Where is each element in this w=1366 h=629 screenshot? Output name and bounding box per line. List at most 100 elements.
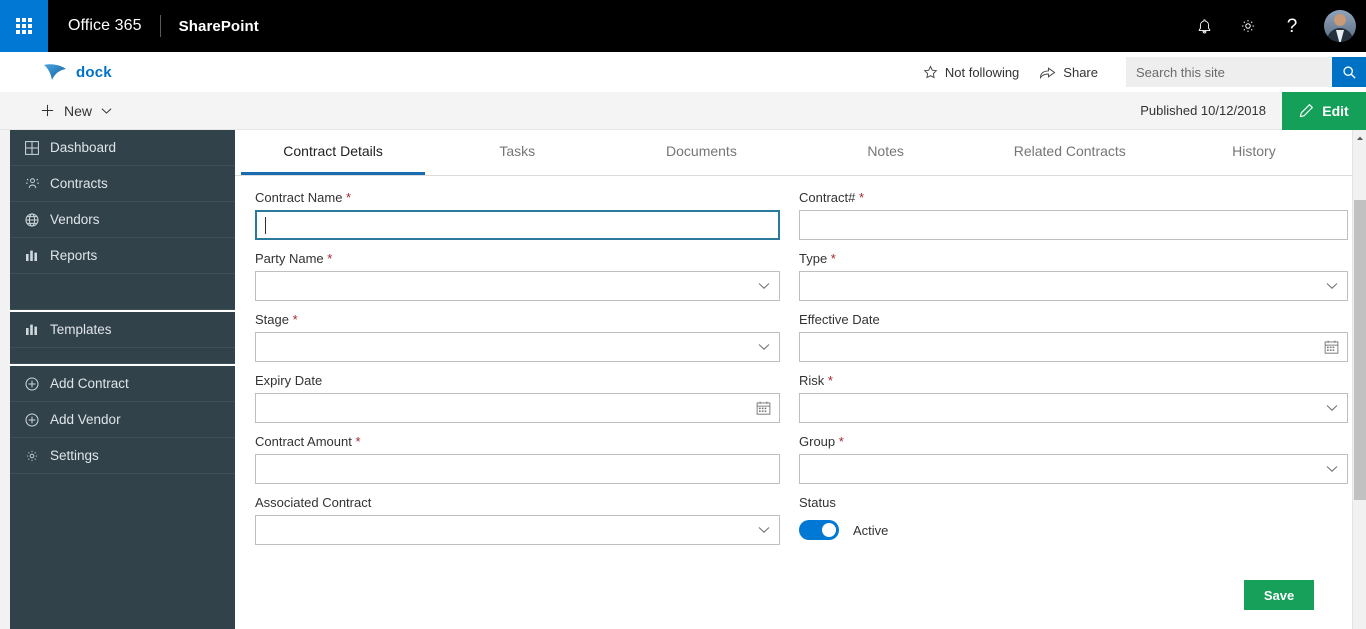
label-text: Group — [799, 434, 835, 449]
label-text: Contract# — [799, 190, 855, 205]
contract-name-input-wrap[interactable] — [255, 210, 780, 240]
associated-contract-select[interactable] — [255, 515, 780, 545]
field-label: Effective Date — [799, 312, 1348, 327]
required-marker: * — [324, 251, 333, 266]
contract-amount-input[interactable] — [256, 455, 779, 483]
tab-notes[interactable]: Notes — [794, 129, 978, 175]
type-select[interactable] — [799, 271, 1348, 301]
expiry-date-wrap[interactable] — [255, 393, 780, 423]
party-name-value[interactable] — [256, 272, 779, 300]
contract-amount-wrap[interactable] — [255, 454, 780, 484]
new-button[interactable]: New — [0, 92, 126, 130]
avatar — [1324, 10, 1356, 42]
risk-select[interactable] — [799, 393, 1348, 423]
sidebar-item-templates[interactable]: Templates — [10, 312, 235, 348]
contract-name-input[interactable] — [256, 211, 779, 239]
scroll-up-button[interactable] — [1353, 130, 1366, 146]
tab-contract-details[interactable]: Contract Details — [241, 129, 425, 175]
sidebar-group-actions: Add Contract Add Vendor — [10, 366, 235, 474]
calendar-icon[interactable] — [1324, 340, 1339, 355]
office365-suite-bar: Office 365 SharePoint ? — [0, 0, 1366, 52]
sidebar-item-add-contract[interactable]: Add Contract — [10, 366, 235, 402]
vertical-scrollbar[interactable] — [1352, 130, 1366, 629]
sidebar-item-settings[interactable]: Settings — [10, 438, 235, 474]
bar-chart-reports-icon — [24, 248, 40, 264]
edit-button[interactable]: Edit — [1282, 92, 1366, 130]
suite-brand-office365[interactable]: Office 365 — [48, 17, 160, 35]
site-title: dock — [76, 64, 112, 81]
suite-app-sharepoint[interactable]: SharePoint — [161, 18, 277, 35]
form-column-right: Contract# * Type * — [795, 190, 1348, 556]
type-value[interactable] — [800, 272, 1347, 300]
contract-number-input[interactable] — [800, 211, 1347, 239]
edit-label: Edit — [1322, 103, 1348, 119]
field-label: Risk * — [799, 373, 1348, 388]
tab-history[interactable]: History — [1162, 129, 1346, 175]
sidebar-item-label: Contracts — [50, 176, 108, 191]
effective-date-input[interactable] — [800, 333, 1347, 361]
label-text: Contract Amount — [255, 434, 352, 449]
group-value[interactable] — [800, 455, 1347, 483]
sidebar-item-reports[interactable]: Reports — [10, 238, 235, 274]
field-party-name: Party Name * — [255, 251, 780, 301]
dock-logo-icon — [42, 61, 68, 83]
sidebar-spacer — [10, 348, 235, 364]
party-name-select[interactable] — [255, 271, 780, 301]
left-navigation-sidebar: Dashboard Contracts — [10, 130, 235, 629]
field-group: Group * — [799, 434, 1348, 484]
status-toggle-row: Active — [799, 515, 1348, 545]
sidebar-item-dashboard[interactable]: Dashboard — [10, 130, 235, 166]
tab-documents[interactable]: Documents — [609, 129, 793, 175]
new-label: New — [64, 103, 92, 119]
settings-button[interactable] — [1226, 0, 1270, 52]
sidebar-item-add-vendor[interactable]: Add Vendor — [10, 402, 235, 438]
scrollbar-thumb[interactable] — [1354, 200, 1366, 500]
required-marker: * — [855, 190, 864, 205]
tab-tasks[interactable]: Tasks — [425, 129, 609, 175]
app-launcher-waffle-icon — [16, 18, 32, 34]
sidebar-item-contracts[interactable]: Contracts — [10, 166, 235, 202]
globe-vendors-icon — [24, 212, 40, 228]
contract-number-wrap[interactable] — [799, 210, 1348, 240]
field-contract-name: Contract Name * — [255, 190, 780, 240]
label-text: Effective Date — [799, 312, 880, 327]
expiry-date-input[interactable] — [256, 394, 779, 422]
label-text: Status — [799, 495, 836, 510]
required-marker: * — [342, 190, 351, 205]
sidebar-item-vendors[interactable]: Vendors — [10, 202, 235, 238]
contract-tabs: Contract Details Tasks Documents Notes R… — [235, 130, 1352, 176]
stage-value[interactable] — [256, 333, 779, 361]
tab-related-contracts[interactable]: Related Contracts — [978, 129, 1162, 175]
field-expiry-date: Expiry Date — [255, 373, 780, 423]
required-marker: * — [824, 373, 833, 388]
status-toggle[interactable] — [799, 520, 839, 540]
not-following-button[interactable]: Not following — [913, 65, 1029, 80]
calendar-icon[interactable] — [756, 401, 771, 416]
risk-value[interactable] — [800, 394, 1347, 422]
share-button[interactable]: Share — [1029, 65, 1108, 80]
save-button[interactable]: Save — [1244, 580, 1314, 610]
app-launcher-button[interactable] — [0, 0, 48, 52]
label-text: Risk — [799, 373, 824, 388]
stage-select[interactable] — [255, 332, 780, 362]
contract-details-form: Contract Name * Party Name * — [235, 176, 1352, 556]
field-stage: Stage * — [255, 312, 780, 362]
site-logo-link[interactable]: dock — [0, 61, 112, 83]
left-gutter — [0, 130, 10, 629]
field-label: Group * — [799, 434, 1348, 449]
effective-date-wrap[interactable] — [799, 332, 1348, 362]
group-select[interactable] — [799, 454, 1348, 484]
required-marker: * — [827, 251, 836, 266]
field-label: Contract# * — [799, 190, 1348, 205]
plus-circle-icon — [24, 376, 40, 392]
label-text: Associated Contract — [255, 495, 371, 510]
search-input[interactable] — [1126, 57, 1332, 87]
user-avatar-button[interactable] — [1314, 0, 1366, 52]
not-following-label: Not following — [945, 65, 1019, 80]
help-button[interactable]: ? — [1270, 0, 1314, 52]
form-column-left: Contract Name * Party Name * — [241, 190, 794, 556]
avatar-head — [1334, 14, 1346, 26]
search-submit-button[interactable] — [1332, 57, 1366, 87]
notifications-button[interactable] — [1182, 0, 1226, 52]
associated-contract-value[interactable] — [256, 516, 779, 544]
